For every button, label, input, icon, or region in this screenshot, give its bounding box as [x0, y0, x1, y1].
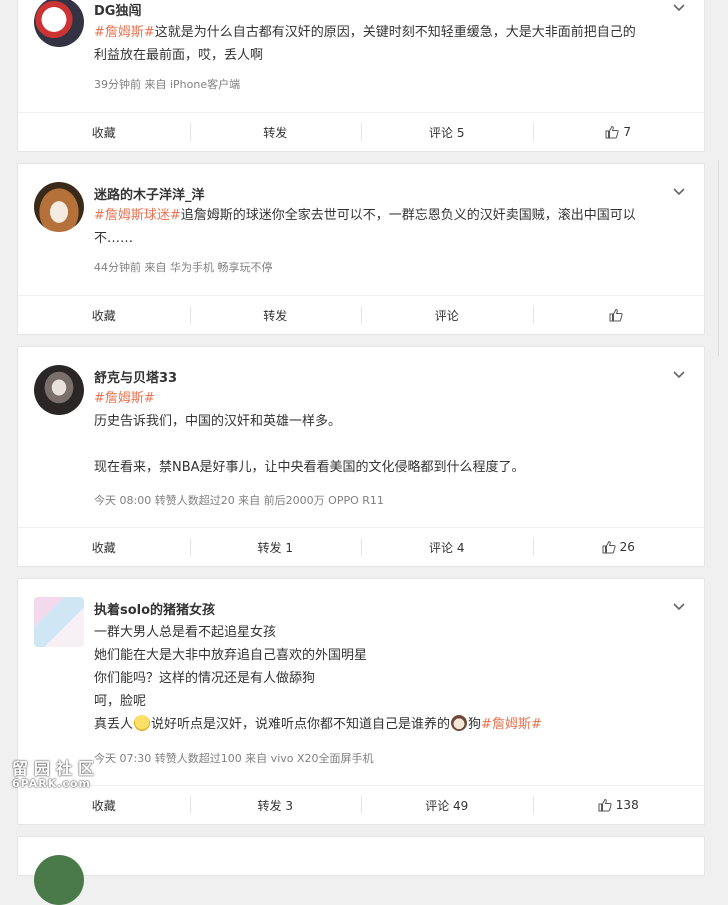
post-text: 真丢人	[94, 717, 134, 732]
favorite-button[interactable]: 收藏	[18, 113, 190, 151]
watermark-title: 留园社区	[12, 759, 101, 778]
post-content: 一群大男人总是看不起追星女孩 她们能在大是大非中放弃追自己喜欢的外国明星 你们能…	[94, 621, 674, 736]
post-content: #詹姆斯#这就是为什么自古都有汉奸的原因，关键时刻不知轻重缓急，大是大非面前把自…	[94, 21, 674, 67]
chevron-down-icon[interactable]	[672, 600, 686, 614]
post-meta: 今天 08:00 转赞人数超过20 来自 前后2000万 OPPO R11	[94, 494, 384, 507]
scrollbar-track	[718, 160, 719, 356]
topic-link[interactable]: #詹姆斯#	[94, 25, 155, 40]
post-text: 说好听点是汉奸，说难听点你都不知道自己是谁养的	[151, 717, 451, 732]
repost-label: 转发	[263, 125, 288, 140]
post-text: 一群大男人总是看不起追星女孩	[94, 625, 277, 640]
post-text: 这就是为什么自古都有汉奸的原因，关键时刻不知轻重缓急，大是大非面前把自己的	[154, 25, 636, 40]
chevron-down-icon[interactable]	[672, 368, 686, 382]
post-text: 历史告诉我们，中国的汉奸和英雄一样多。	[94, 414, 342, 429]
post-meta: 44分钟前 来自 华为手机 畅享玩不停	[94, 261, 273, 274]
post-card: 迷路的木子洋洋_洋 #詹姆斯球迷#追詹姆斯的球迷你全家去世可以不，一群忘恩负义的…	[17, 163, 705, 335]
favorite-button[interactable]: 收藏	[18, 528, 190, 566]
favorite-label: 收藏	[91, 798, 116, 813]
post-text: 不……	[94, 231, 134, 246]
watermark-url: 6PARK.com	[12, 776, 91, 790]
like-button[interactable]	[532, 296, 705, 334]
thumbs-up-icon	[602, 540, 616, 554]
smile-emoji-icon	[134, 715, 151, 731]
repost-label: 转发 1	[257, 540, 293, 555]
post-text: 她们能在大是大非中放弃追自己喜欢的外国明星	[94, 648, 368, 663]
thumbs-up-icon	[609, 308, 623, 322]
post-text: 利益放在最前面，哎，丢人啊	[94, 48, 264, 63]
post-text: 狗	[468, 717, 482, 732]
avatar[interactable]	[34, 0, 84, 47]
repost-label: 转发	[263, 308, 288, 323]
dog-emoji-icon	[451, 715, 468, 731]
like-button[interactable]: 7	[532, 113, 705, 151]
post-meta: 39分钟前 来自 iPhone客户端	[94, 78, 241, 91]
post-text: 呵，脸呢	[94, 694, 147, 709]
chevron-down-icon[interactable]	[672, 185, 686, 199]
post-author[interactable]: 执着solo的猪猪女孩	[94, 599, 215, 618]
repost-button[interactable]: 转发 3	[189, 786, 362, 824]
comment-label: 评论 4	[429, 540, 465, 555]
action-bar: 收藏 转发 评论 5 7	[18, 112, 704, 151]
chevron-down-icon[interactable]	[672, 1, 686, 15]
avatar[interactable]	[34, 855, 84, 905]
comment-button[interactable]: 评论 4	[361, 528, 533, 566]
action-bar: 收藏 转发 3 评论 49 138	[18, 785, 704, 824]
favorite-label: 收藏	[91, 308, 116, 323]
repost-button[interactable]: 转发	[189, 296, 362, 334]
avatar[interactable]	[34, 597, 84, 647]
thumbs-up-icon	[605, 125, 620, 139]
like-button[interactable]: 26	[532, 528, 705, 566]
comment-button[interactable]: 评论 5	[361, 113, 533, 151]
repost-button[interactable]: 转发 1	[189, 528, 362, 566]
comment-label: 评论	[434, 308, 459, 323]
topic-link[interactable]: #詹姆斯#	[94, 391, 155, 406]
favorite-label: 收藏	[91, 540, 116, 555]
post-card: DG独闯 #詹姆斯#这就是为什么自古都有汉奸的原因，关键时刻不知轻重缓急，大是大…	[17, 0, 705, 152]
post-author[interactable]: DG独闯	[94, 0, 141, 19]
avatar[interactable]	[34, 365, 84, 415]
repost-label: 转发 3	[257, 798, 293, 813]
post-card: 执着solo的猪猪女孩 一群大男人总是看不起追星女孩 她们能在大是大非中放弃追自…	[17, 578, 705, 825]
like-button[interactable]: 138	[532, 786, 705, 824]
action-bar: 收藏 转发 1 评论 4 26	[18, 527, 704, 566]
post-text: 现在看来，禁NBA是好事儿，让中央看看美国的文化侵略都到什么程度了。	[94, 460, 525, 475]
comment-button[interactable]: 评论	[361, 296, 533, 334]
post-content: #詹姆斯球迷#追詹姆斯的球迷你全家去世可以不，一群忘恩负义的汉奸卖国贼，滚出中国…	[94, 204, 674, 250]
action-bar: 收藏 转发 评论	[18, 295, 704, 334]
favorite-button[interactable]: 收藏	[18, 296, 190, 334]
post-text: 你们能吗？这样的情况还是有人做舔狗	[94, 671, 316, 686]
comment-button[interactable]: 评论 49	[361, 786, 533, 824]
thumbs-up-icon	[598, 798, 612, 812]
post-card	[17, 836, 705, 905]
post-card: 舒克与贝塔33 #詹姆斯# 历史告诉我们，中国的汉奸和英雄一样多。 现在看来，禁…	[17, 346, 705, 567]
post-text: 追詹姆斯的球迷你全家去世可以不，一群忘恩负义的汉奸卖国贼，滚出中国可以	[180, 208, 636, 223]
topic-link[interactable]: #詹姆斯#	[481, 717, 542, 732]
post-author[interactable]: 迷路的木子洋洋_洋	[94, 184, 205, 203]
like-count: 138	[615, 798, 639, 812]
comment-label: 评论 5	[429, 125, 465, 140]
repost-button[interactable]: 转发	[189, 113, 362, 151]
like-count: 26	[619, 540, 635, 554]
like-count: 7	[623, 125, 632, 139]
post-content: #詹姆斯# 历史告诉我们，中国的汉奸和英雄一样多。 现在看来，禁NBA是好事儿，…	[94, 387, 674, 479]
avatar[interactable]	[34, 182, 84, 232]
topic-link[interactable]: #詹姆斯球迷#	[94, 208, 181, 223]
post-author[interactable]: 舒克与贝塔33	[94, 367, 177, 386]
favorite-label: 收藏	[91, 125, 116, 140]
favorite-button[interactable]: 收藏	[18, 786, 190, 824]
comment-label: 评论 49	[425, 798, 469, 813]
post-meta: 今天 07:30 转赞人数超过100 来自 vivo X20全面屏手机	[94, 752, 374, 765]
watermark-logo: 留园社区 6PARK.com	[12, 760, 100, 790]
